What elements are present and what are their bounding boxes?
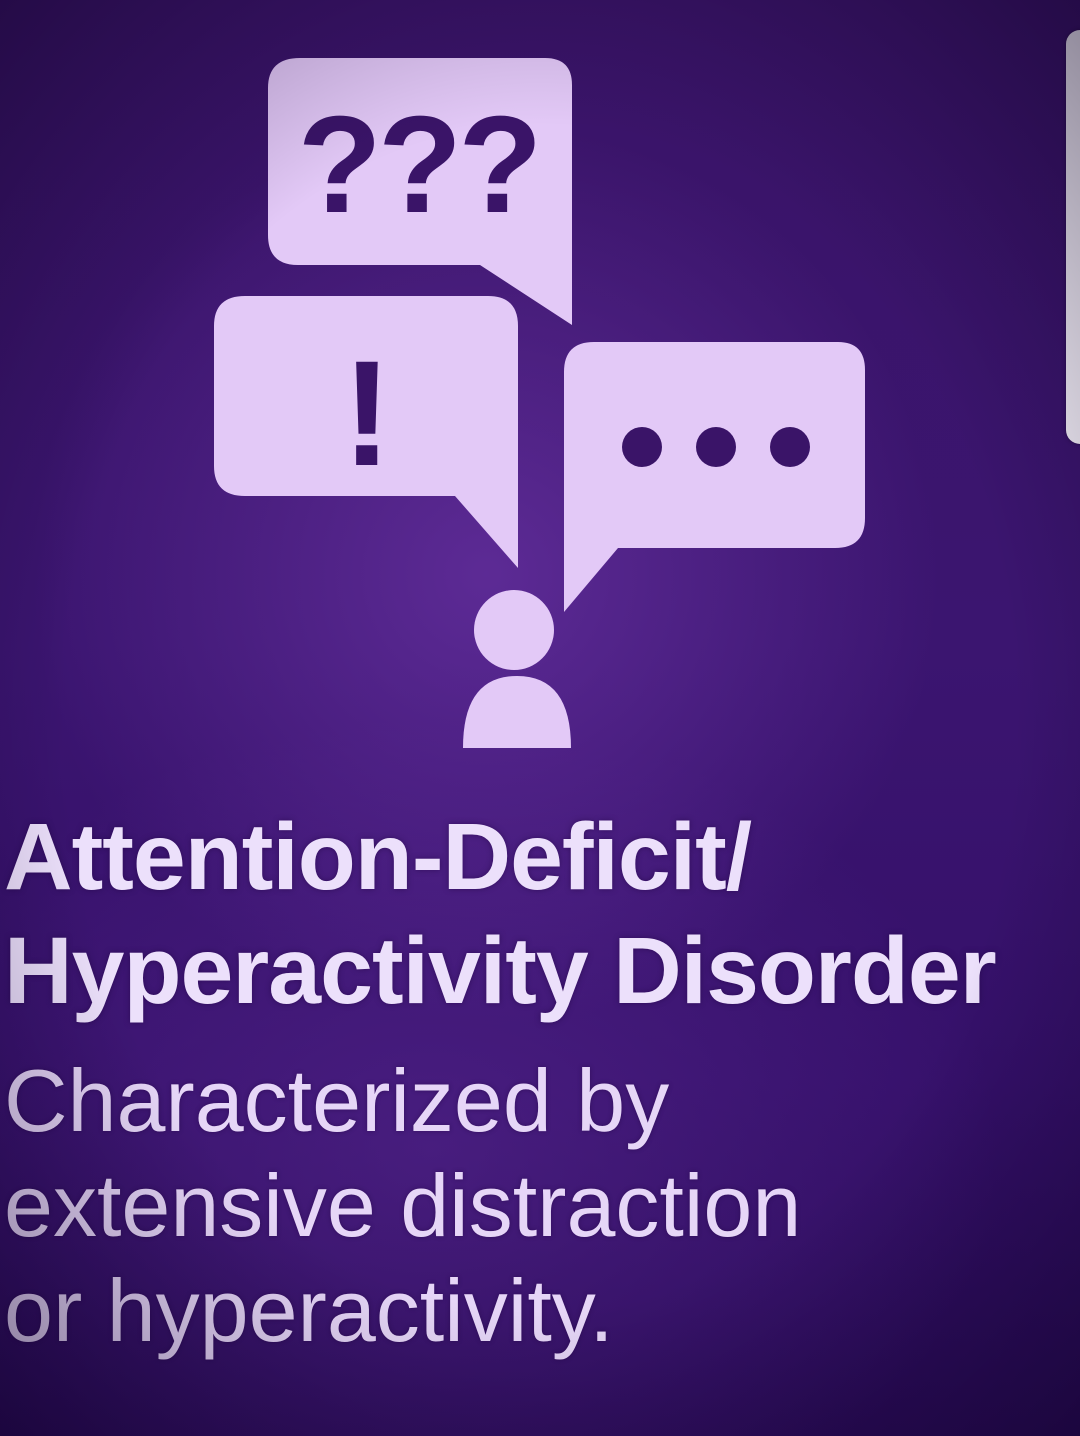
exclamation-text: ! [342,329,392,497]
description-line-3: or hyperactivity. [4,1261,614,1360]
title-line-1: Attention-Deficit/ [4,804,752,910]
person-icon [463,590,571,748]
dot-icon [770,427,810,467]
question-marks-text: ??? [298,88,539,242]
description-line-1: Characterized by [4,1051,670,1150]
speech-bubbles-illustration: ??? ! [214,58,865,748]
ellipsis-bubble [564,342,865,612]
scrollbar-thumb[interactable] [1066,30,1080,444]
description: Characterized by extensive distraction o… [4,1048,801,1363]
description-line-2: extensive distraction [4,1156,802,1255]
adhd-card: ??? ! Attention-Deficit/ Hyperactivity D… [0,0,1080,1436]
dot-icon [622,427,662,467]
title-line-2: Hyperactivity Disorder [4,918,997,1024]
exclaim-bubble: ! [214,296,518,568]
dot-icon [696,427,736,467]
page-title: Attention-Deficit/ Hyperactivity Disorde… [4,800,997,1028]
question-bubble: ??? [268,58,572,325]
